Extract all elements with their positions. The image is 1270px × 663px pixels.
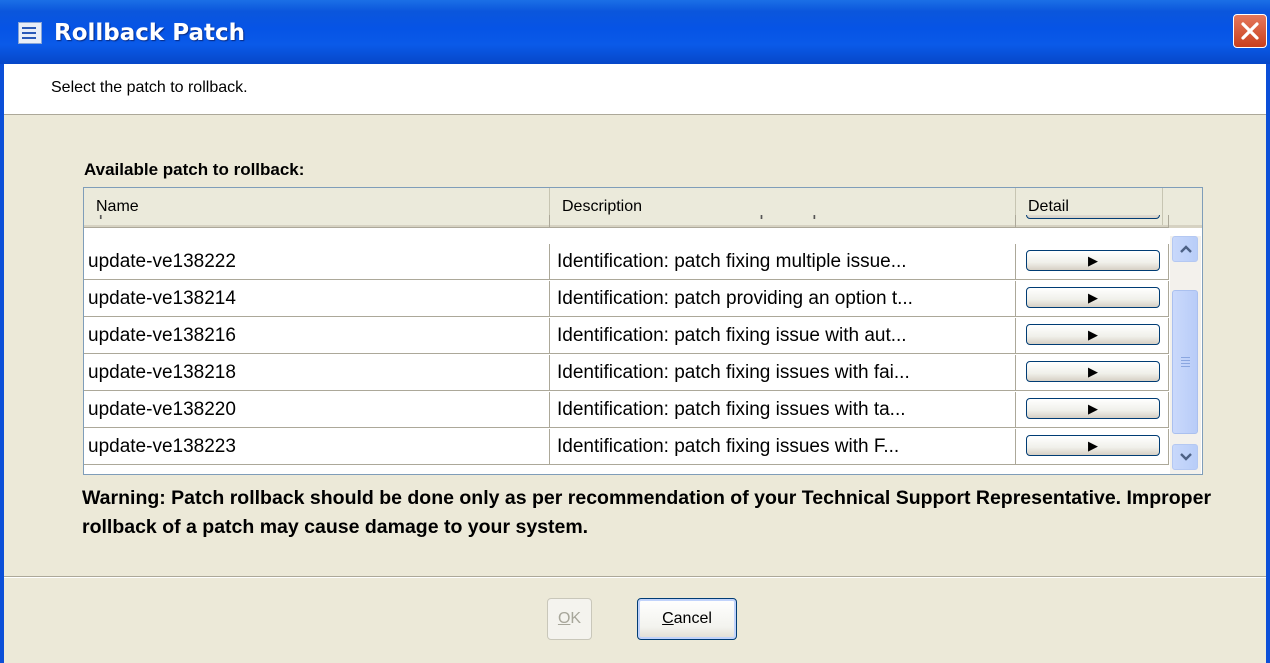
chevron-up-icon bbox=[1180, 245, 1192, 253]
chevron-down-icon bbox=[1180, 453, 1192, 461]
detail-button[interactable]: ▶ bbox=[1026, 435, 1160, 456]
cell-name: update-ve138220 bbox=[84, 392, 550, 428]
cell-description: Identification: patch providing an optio… bbox=[550, 281, 1016, 317]
cancel-button[interactable]: Cancel bbox=[637, 598, 737, 640]
detail-button[interactable]: ▶ bbox=[1026, 324, 1160, 345]
cell-detail: ▶ bbox=[1016, 281, 1169, 317]
table-row[interactable]: update-ve138223 Identification: patch fi… bbox=[84, 429, 1169, 466]
title-bar[interactable]: Rollback Patch bbox=[0, 0, 1270, 64]
cell-description: Identification: patch fixing issues with… bbox=[550, 429, 1016, 465]
window-list-icon bbox=[18, 22, 42, 44]
table-row-partial[interactable]: update-ve138204 Identification: OTP EE u… bbox=[84, 215, 1169, 228]
play-arrow-icon: ▶ bbox=[1088, 327, 1098, 342]
scrollbar-thumb[interactable] bbox=[1172, 290, 1198, 434]
cell-detail: ▶ bbox=[1016, 392, 1169, 428]
vertical-scrollbar[interactable] bbox=[1170, 236, 1201, 474]
cell-name: update-ve138216 bbox=[84, 318, 550, 354]
cell-detail: ▶ bbox=[1016, 429, 1169, 465]
play-arrow-icon: ▶ bbox=[1088, 401, 1098, 416]
patch-table: Name Description Detail update-ve138204 … bbox=[83, 187, 1203, 475]
instruction-text: Select the patch to rollback. bbox=[51, 79, 248, 96]
cancel-button-label: Cancel bbox=[662, 610, 712, 627]
play-arrow-icon: ▶ bbox=[1088, 438, 1098, 453]
footer-divider-highlight bbox=[4, 577, 1266, 578]
close-icon bbox=[1241, 22, 1259, 40]
detail-button[interactable]: ▶ bbox=[1026, 361, 1160, 382]
table-row[interactable]: update-ve138220 Identification: patch fi… bbox=[84, 392, 1169, 429]
cell-description: Identification: patch fixing multiple is… bbox=[550, 244, 1016, 280]
cell-name: update-ve138222 bbox=[84, 244, 550, 280]
instruction-banner: Select the patch to rollback. bbox=[4, 64, 1266, 115]
ok-button[interactable]: OK bbox=[547, 598, 592, 640]
cell-name: update-ve138223 bbox=[84, 429, 550, 465]
table-row[interactable]: update-ve138218 Identification: patch fi… bbox=[84, 355, 1169, 392]
detail-button[interactable]: ▶ bbox=[1026, 250, 1160, 271]
cell-detail: ▶ bbox=[1016, 355, 1169, 391]
cell-description: Identification: patch fixing issues with… bbox=[550, 392, 1016, 428]
cell-detail: ▶ bbox=[1016, 318, 1169, 354]
detail-button[interactable]: ▶ bbox=[1026, 287, 1160, 308]
scroll-up-button[interactable] bbox=[1172, 236, 1198, 262]
cell-detail bbox=[1016, 215, 1169, 228]
table-row[interactable]: update-ve138216 Identification: patch fi… bbox=[84, 318, 1169, 355]
scroll-down-button[interactable] bbox=[1172, 444, 1198, 470]
cell-name: update-ve138218 bbox=[84, 355, 550, 391]
rollback-patch-dialog: Rollback Patch Select the patch to rollb… bbox=[0, 0, 1270, 663]
window-frame-left bbox=[0, 64, 4, 663]
cell-description: Identification: patch fixing issues with… bbox=[550, 355, 1016, 391]
cell-detail: ▶ bbox=[1016, 244, 1169, 280]
close-button[interactable] bbox=[1233, 14, 1267, 48]
available-patches-label: Available patch to rollback: bbox=[84, 160, 305, 179]
detail-button[interactable]: ▶ bbox=[1026, 398, 1160, 419]
cell-name: update-ve138214 bbox=[84, 281, 550, 317]
cell-name: update-ve138204 bbox=[84, 215, 550, 228]
table-row[interactable]: update-ve138214 Identification: patch pr… bbox=[84, 281, 1169, 318]
play-arrow-icon: ▶ bbox=[1088, 364, 1098, 379]
ok-button-label: OK bbox=[557, 610, 582, 627]
cell-description: Identification: OTP EE update patch bbox=[550, 215, 1016, 228]
detail-button[interactable] bbox=[1026, 215, 1160, 219]
play-arrow-icon: ▶ bbox=[1088, 290, 1098, 305]
window-title: Rollback Patch bbox=[54, 20, 245, 46]
cell-description: Identification: patch fixing issue with … bbox=[550, 318, 1016, 354]
play-arrow-icon: ▶ bbox=[1088, 253, 1098, 268]
window-frame-right bbox=[1266, 64, 1270, 663]
table-row[interactable]: update-ve138222 Identification: patch fi… bbox=[84, 244, 1169, 281]
warning-message: Warning: Patch rollback should be done o… bbox=[82, 487, 1212, 538]
